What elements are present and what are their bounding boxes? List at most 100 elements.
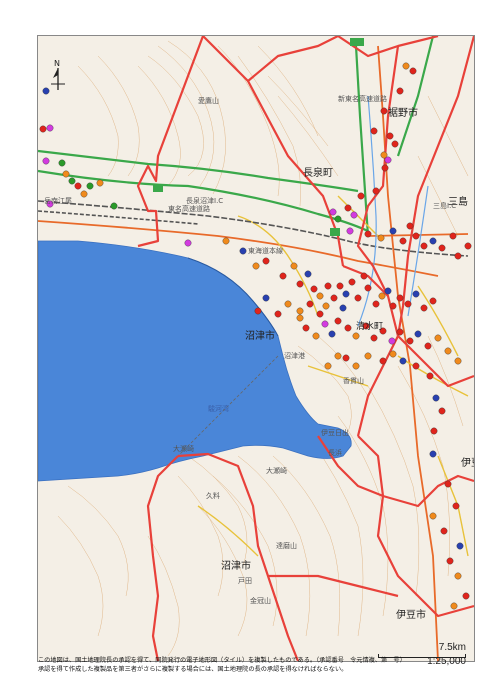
location-marker[interactable] (302, 324, 310, 332)
location-marker[interactable] (364, 230, 372, 238)
location-marker[interactable] (396, 87, 404, 95)
location-marker[interactable] (239, 247, 247, 255)
map-frame[interactable]: 裾野市 長泉町 三島 沼津市 沼津市 伊豆市 伊豆 清水町 愛鷹山 長泉沼津I.… (37, 35, 475, 662)
location-marker[interactable] (440, 527, 448, 535)
location-marker[interactable] (370, 334, 378, 342)
location-marker[interactable] (342, 354, 350, 362)
location-marker[interactable] (329, 208, 337, 216)
location-marker[interactable] (378, 292, 386, 300)
location-marker[interactable] (412, 232, 420, 240)
location-marker[interactable] (312, 332, 320, 340)
location-marker[interactable] (80, 190, 88, 198)
location-marker[interactable] (279, 272, 287, 280)
location-marker[interactable] (404, 300, 412, 308)
location-marker[interactable] (364, 352, 372, 360)
location-marker[interactable] (328, 330, 336, 338)
location-marker[interactable] (74, 182, 82, 190)
location-marker[interactable] (352, 332, 360, 340)
location-marker[interactable] (438, 244, 446, 252)
location-marker[interactable] (414, 330, 422, 338)
location-marker[interactable] (429, 297, 437, 305)
location-marker[interactable] (399, 237, 407, 245)
location-marker[interactable] (334, 215, 342, 223)
location-marker[interactable] (296, 307, 304, 315)
location-marker[interactable] (316, 310, 324, 318)
location-marker[interactable] (110, 202, 118, 210)
location-marker[interactable] (444, 347, 452, 355)
location-marker[interactable] (449, 232, 457, 240)
location-marker[interactable] (426, 372, 434, 380)
location-marker[interactable] (274, 310, 282, 318)
location-marker[interactable] (222, 237, 230, 245)
location-marker[interactable] (377, 234, 385, 242)
location-marker[interactable] (296, 314, 304, 322)
location-marker[interactable] (86, 182, 94, 190)
location-marker[interactable] (342, 290, 350, 298)
location-marker[interactable] (429, 237, 437, 245)
location-marker[interactable] (350, 211, 358, 219)
location-marker[interactable] (462, 592, 470, 600)
location-marker[interactable] (380, 151, 388, 159)
location-marker[interactable] (62, 170, 70, 178)
location-marker[interactable] (391, 140, 399, 148)
location-marker[interactable] (336, 282, 344, 290)
location-marker[interactable] (381, 164, 389, 172)
location-marker[interactable] (330, 294, 338, 302)
location-marker[interactable] (296, 280, 304, 288)
location-marker[interactable] (254, 307, 262, 315)
location-marker[interactable] (409, 67, 417, 75)
location-marker[interactable] (316, 292, 324, 300)
location-marker[interactable] (364, 284, 372, 292)
location-marker[interactable] (420, 242, 428, 250)
location-marker[interactable] (46, 124, 54, 132)
location-marker[interactable] (438, 407, 446, 415)
location-marker[interactable] (334, 317, 342, 325)
location-marker[interactable] (456, 542, 464, 550)
location-marker[interactable] (450, 602, 458, 610)
location-marker[interactable] (344, 324, 352, 332)
location-marker[interactable] (446, 557, 454, 565)
location-marker[interactable] (386, 132, 394, 140)
location-marker[interactable] (372, 300, 380, 308)
location-marker[interactable] (452, 502, 460, 510)
location-marker[interactable] (344, 204, 352, 212)
location-marker[interactable] (321, 320, 329, 328)
location-marker[interactable] (434, 334, 442, 342)
location-marker[interactable] (290, 262, 298, 270)
location-marker[interactable] (262, 257, 270, 265)
location-marker[interactable] (420, 304, 428, 312)
location-marker[interactable] (184, 239, 192, 247)
location-marker[interactable] (339, 304, 347, 312)
location-marker[interactable] (39, 125, 47, 133)
location-marker[interactable] (454, 357, 462, 365)
location-marker[interactable] (354, 294, 362, 302)
location-marker[interactable] (432, 394, 440, 402)
location-marker[interactable] (412, 362, 420, 370)
location-marker[interactable] (380, 107, 388, 115)
location-marker[interactable] (352, 362, 360, 370)
location-marker[interactable] (444, 480, 452, 488)
location-marker[interactable] (310, 285, 318, 293)
location-marker[interactable] (429, 512, 437, 520)
location-marker[interactable] (284, 300, 292, 308)
location-marker[interactable] (430, 427, 438, 435)
location-marker[interactable] (396, 328, 404, 336)
location-marker[interactable] (464, 242, 472, 250)
location-marker[interactable] (357, 192, 365, 200)
location-marker[interactable] (372, 187, 380, 195)
location-marker[interactable] (399, 357, 407, 365)
location-marker[interactable] (379, 357, 387, 365)
location-marker[interactable] (96, 179, 104, 187)
location-marker[interactable] (389, 302, 397, 310)
location-marker[interactable] (324, 282, 332, 290)
location-marker[interactable] (384, 287, 392, 295)
location-marker[interactable] (304, 270, 312, 278)
location-marker[interactable] (348, 278, 356, 286)
location-marker[interactable] (412, 290, 420, 298)
location-marker[interactable] (324, 362, 332, 370)
location-marker[interactable] (396, 294, 404, 302)
location-marker[interactable] (389, 227, 397, 235)
location-marker[interactable] (42, 157, 50, 165)
location-marker[interactable] (252, 262, 260, 270)
location-marker[interactable] (406, 222, 414, 230)
